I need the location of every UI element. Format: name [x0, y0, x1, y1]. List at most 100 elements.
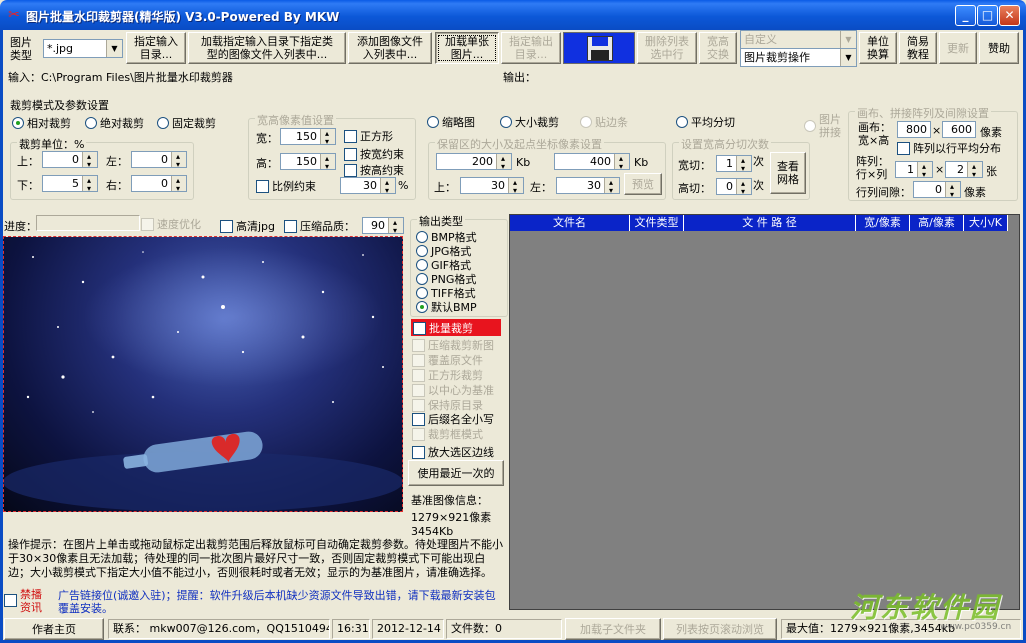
- kb-max-spinner[interactable]: 400: [554, 151, 630, 174]
- paste-edge-radio[interactable]: 贴边条: [580, 114, 628, 130]
- delete-list-rows-button[interactable]: 删除列表 选中行: [637, 32, 697, 64]
- keep-top-spinner[interactable]: 30: [460, 175, 524, 198]
- keep-left-spinner[interactable]: 30: [556, 175, 620, 198]
- kb-min-spinner[interactable]: 200: [436, 151, 512, 174]
- file-list[interactable]: 文件名 文件类型 文 件 路 径 宽/像素 高/像素 大小/K: [509, 214, 1020, 610]
- mode-relative-radio[interactable]: 相对裁剪: [12, 115, 71, 131]
- chevron-down-icon[interactable]: ▼: [106, 40, 122, 57]
- canvas-width-input[interactable]: 800: [897, 121, 931, 138]
- add-files-button[interactable]: 添加图像文件 入列表中...: [348, 32, 432, 64]
- col-height[interactable]: 高/像素: [910, 215, 964, 231]
- height-spinner[interactable]: 150: [280, 151, 336, 174]
- load-single-image-button[interactable]: 加载单张 图片...: [435, 32, 499, 64]
- output-default-bmp-radio[interactable]: 默认BMP: [416, 299, 477, 315]
- image-type-select[interactable]: *.jpg ▼: [43, 39, 123, 58]
- width-spinner[interactable]: 150: [280, 126, 336, 149]
- preview-image[interactable]: [3, 237, 403, 512]
- list-page-scroll-button[interactable]: 列表按页滚动浏览: [663, 618, 777, 640]
- bottom-spinner[interactable]: 5: [42, 173, 98, 196]
- ratio-label: 比例约束: [272, 180, 316, 193]
- cols-spinner[interactable]: 2: [945, 159, 983, 182]
- minimize-button[interactable]: _: [955, 5, 976, 26]
- mode-absolute-radio[interactable]: 绝对裁剪: [85, 115, 144, 131]
- ratio-checkbox[interactable]: 比例约束: [256, 178, 316, 194]
- chevron-down-icon[interactable]: ▼: [840, 31, 856, 48]
- avg-distribute-checkbox[interactable]: 阵列以行平均分布: [897, 140, 1001, 156]
- option-overwrite-checkbox[interactable]: 覆盖原文件: [412, 352, 483, 368]
- unit-convert-button[interactable]: 单位 换算: [859, 32, 897, 64]
- hd-jpg-label: 高清jpg: [236, 220, 276, 233]
- square-label: 正方形: [360, 130, 393, 143]
- left-spinner[interactable]: 0: [131, 149, 187, 172]
- use-recent-button[interactable]: 使用最近一次的: [408, 460, 504, 486]
- load-dir-files-button[interactable]: 加载指定输入目录下指定类 型的图像文件入列表中...: [188, 32, 346, 64]
- operation-select[interactable]: 图片裁剪操作 ▼: [740, 48, 857, 67]
- height-cut-spinner[interactable]: 0: [716, 176, 752, 199]
- load-subfolder-button[interactable]: 加载子文件夹: [565, 618, 661, 640]
- ratio-spinner[interactable]: 30: [340, 175, 396, 198]
- thumbnail-radio[interactable]: 缩略图: [427, 114, 475, 130]
- progress-bar: [36, 215, 140, 231]
- batch-crop-button[interactable]: 批量裁剪: [411, 319, 501, 336]
- option-square-label: 正方形裁剪: [428, 369, 483, 382]
- col-filetype[interactable]: 文件类型: [630, 215, 684, 231]
- ban-ad-checkbox[interactable]: [4, 594, 17, 607]
- col-width[interactable]: 宽/像素: [856, 215, 910, 231]
- array-times-label: ×: [935, 163, 945, 176]
- canvas-px-label: 像素: [980, 126, 1002, 139]
- donate-button[interactable]: 赞助: [979, 32, 1019, 64]
- width-cut-spinner[interactable]: 1: [716, 153, 752, 176]
- keep-height-label: 按高约束: [360, 164, 404, 177]
- avg-split-radio[interactable]: 平均分切: [676, 114, 735, 130]
- output-default-bmp-label: 默认BMP: [431, 301, 477, 314]
- option-compress-new-checkbox[interactable]: 压缩裁剪新图: [412, 337, 494, 353]
- image-type-value: *.jpg: [47, 42, 74, 55]
- swap-width-height-button[interactable]: 宽高 交换: [699, 32, 737, 64]
- mode-relative-label: 相对裁剪: [27, 117, 71, 130]
- speed-optimize-checkbox[interactable]: 速度优化: [141, 216, 201, 232]
- option-lowercase-checkbox[interactable]: 后缀名全小写: [412, 411, 494, 427]
- mode-fixed-radio[interactable]: 固定裁剪: [157, 115, 216, 131]
- top-spinner[interactable]: 0: [42, 149, 98, 172]
- thumbnail-label: 缩略图: [442, 116, 475, 129]
- col-filepath[interactable]: 文 件 路 径: [684, 215, 856, 231]
- right-spinner[interactable]: 0: [131, 173, 187, 196]
- status-time: 16:31: [332, 619, 370, 639]
- output-path-label: 输出：: [503, 71, 536, 84]
- keep-width-checkbox[interactable]: 按宽约束: [344, 146, 404, 162]
- save-disk-icon[interactable]: [563, 32, 635, 64]
- image-join-radio[interactable]: 图片 拼接: [804, 113, 841, 139]
- size-crop-radio[interactable]: 大小裁剪: [500, 114, 559, 130]
- ad-link-text[interactable]: 广告链接位(诚邀入驻)；提醒：软件升级后本机缺少资源文件导致出错，请下载最新安装…: [58, 589, 504, 615]
- ban-ad-label: 禁播 资讯: [20, 588, 42, 614]
- quality-spinner[interactable]: 90: [362, 215, 404, 238]
- option-enlarge-border-checkbox[interactable]: 放大选区边线: [412, 444, 494, 460]
- canvas-times-label: ×: [932, 124, 942, 137]
- set-output-dir-button[interactable]: 指定输出 目录...: [501, 32, 561, 64]
- option-frame-mode-checkbox[interactable]: 裁剪框模式: [412, 426, 483, 442]
- hd-jpg-checkbox[interactable]: 高清jpg: [220, 218, 275, 234]
- col-filename[interactable]: 文件名: [510, 215, 630, 231]
- view-grid-button[interactable]: 查看 网格: [770, 152, 806, 194]
- close-button[interactable]: ✕: [999, 5, 1020, 26]
- author-home-button[interactable]: 作者主页: [4, 618, 104, 640]
- square-checkbox[interactable]: 正方形: [344, 128, 393, 144]
- canvas-height-input[interactable]: 600: [942, 121, 976, 138]
- set-input-dir-button[interactable]: 指定输入 目录...: [126, 32, 186, 64]
- update-button[interactable]: 更新: [939, 32, 977, 64]
- col-size[interactable]: 大小/K: [964, 215, 1008, 231]
- custom-select[interactable]: 自定义 ▼: [740, 30, 857, 49]
- option-center-checkbox[interactable]: 以中心为基准: [412, 382, 494, 398]
- chevron-down-icon[interactable]: ▼: [840, 49, 856, 66]
- compress-quality-checkbox[interactable]: 压缩品质：: [284, 218, 355, 234]
- avg-distribute-label: 阵列以行平均分布: [913, 142, 1001, 155]
- preview-button[interactable]: 预览: [624, 173, 662, 195]
- option-lowercase-label: 后缀名全小写: [428, 413, 494, 426]
- height-cut-times: 次: [753, 179, 764, 192]
- option-square-checkbox[interactable]: 正方形裁剪: [412, 367, 483, 383]
- tutorial-button[interactable]: 简易 教程: [899, 32, 937, 64]
- gap-spinner[interactable]: 0: [913, 179, 961, 202]
- keep-height-checkbox[interactable]: 按高约束: [344, 162, 404, 178]
- rows-spinner[interactable]: 1: [895, 159, 933, 182]
- maximize-button[interactable]: □: [977, 5, 998, 26]
